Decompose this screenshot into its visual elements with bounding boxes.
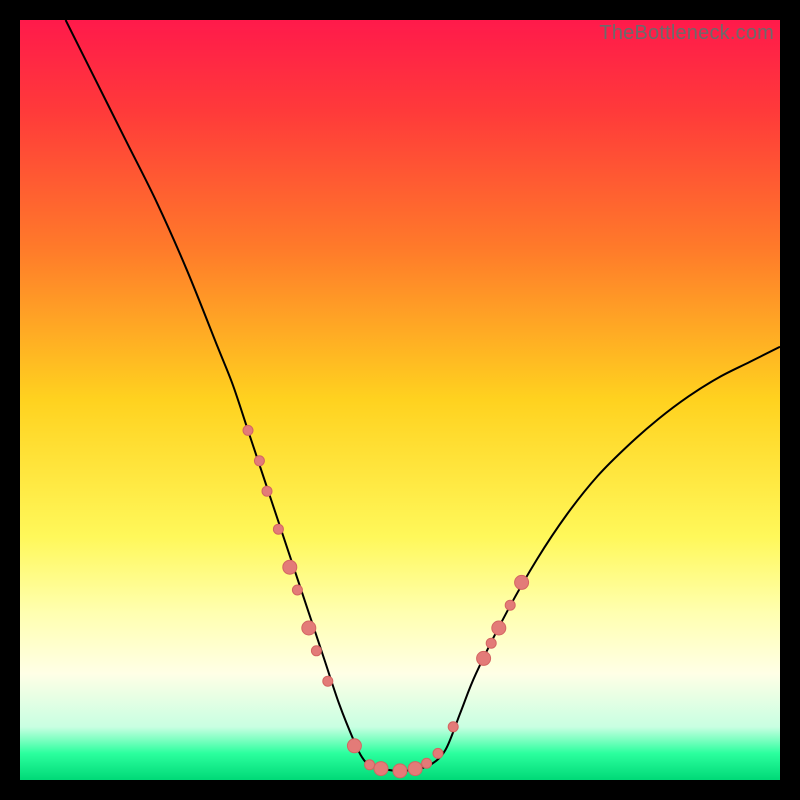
bottleneck-chart [20, 20, 780, 780]
marker-dot [292, 585, 302, 595]
marker-dot [433, 748, 443, 758]
marker-dot [323, 676, 333, 686]
marker-dot [347, 739, 361, 753]
marker-dot [365, 760, 375, 770]
marker-dot [486, 638, 496, 648]
chart-frame: TheBottleneck.com [20, 20, 780, 780]
marker-dot [477, 651, 491, 665]
watermark-label: TheBottleneck.com [599, 22, 774, 45]
marker-dot [254, 456, 264, 466]
marker-dot [393, 764, 407, 778]
marker-dot [515, 575, 529, 589]
marker-dot [243, 425, 253, 435]
marker-dot [262, 486, 272, 496]
marker-dot [408, 762, 422, 776]
marker-dot [302, 621, 316, 635]
marker-dot [374, 762, 388, 776]
marker-dot [492, 621, 506, 635]
marker-dot [311, 646, 321, 656]
marker-dot [283, 560, 297, 574]
marker-dot [273, 524, 283, 534]
marker-dot [422, 758, 432, 768]
marker-dot [448, 722, 458, 732]
gradient-background [20, 20, 780, 780]
marker-dot [505, 600, 515, 610]
